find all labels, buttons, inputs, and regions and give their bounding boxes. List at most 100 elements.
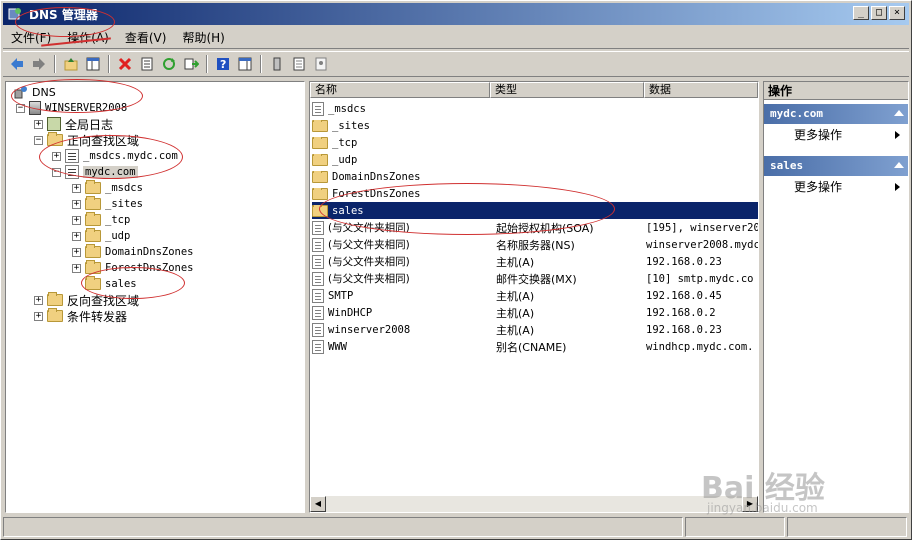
list-row[interactable]: DomainDnsZones: [312, 168, 758, 185]
tree-label-subfolder: _udp: [105, 230, 131, 242]
expand-icon[interactable]: +: [72, 183, 81, 193]
minimize-button[interactable]: _: [853, 6, 869, 20]
record-icon[interactable]: [311, 54, 331, 74]
tree-node-sales[interactable]: sales: [85, 276, 137, 292]
tree-node-mydc-zone[interactable]: − mydc.com: [52, 164, 138, 180]
tree-node-msdcs[interactable]: + _msdcs: [72, 180, 143, 196]
list-row[interactable]: winserver2008 主机(A) 192.168.0.23: [312, 321, 758, 338]
list-row[interactable]: _sites: [312, 117, 758, 134]
actions-section-sales[interactable]: sales: [764, 156, 908, 176]
list-row[interactable]: WWW 别名(CNAME) windhcp.mydc.com.: [312, 338, 758, 355]
collapse-arrow-icon[interactable]: [894, 110, 904, 116]
more-actions-sales[interactable]: 更多操作: [764, 176, 908, 198]
close-button[interactable]: ×: [889, 6, 905, 20]
folder-icon: [85, 180, 101, 194]
expand-icon[interactable]: +: [72, 231, 81, 241]
up-folder-icon[interactable]: [61, 54, 81, 74]
list-row[interactable]: (与父文件夹相同) 主机(A) 192.168.0.23: [312, 253, 758, 270]
expand-icon[interactable]: +: [72, 199, 81, 209]
dns-manager-window: DNS 管理器 _ □ × 文件(F) 操作(A) 查看(V) 帮助(H) ?: [0, 0, 912, 540]
server-icon[interactable]: [267, 54, 287, 74]
folder-icon: [312, 204, 328, 217]
more-actions-mydc[interactable]: 更多操作: [764, 124, 908, 146]
refresh-icon[interactable]: [159, 54, 179, 74]
cell-name: sales: [312, 204, 496, 217]
collapse-icon[interactable]: −: [16, 103, 25, 113]
title-bar[interactable]: DNS 管理器 _ □ ×: [3, 3, 909, 25]
forward-icon[interactable]: [29, 54, 49, 74]
tree-node-forestdnszones[interactable]: + ForestDnsZones: [72, 260, 194, 276]
collapse-icon[interactable]: −: [52, 167, 61, 177]
tree-node-forward-zones[interactable]: − 正向查找区域: [34, 132, 139, 148]
delete-icon[interactable]: [115, 54, 135, 74]
list-row[interactable]: sales: [312, 202, 758, 219]
expand-icon[interactable]: +: [52, 151, 61, 161]
tree-node-udp[interactable]: + _udp: [72, 228, 130, 244]
svg-text:?: ?: [220, 58, 226, 71]
collapse-icon[interactable]: −: [34, 135, 43, 145]
scroll-left-icon[interactable]: ◀: [310, 496, 326, 512]
record-icon: [312, 305, 324, 320]
list-row[interactable]: _udp: [312, 151, 758, 168]
folder-icon: [312, 119, 328, 132]
cell-type: 名称服务器(NS): [496, 238, 575, 252]
tree-label-subfolder: _sites: [105, 198, 143, 210]
collapse-arrow-icon[interactable]: [894, 162, 904, 168]
toolbar-separator: [260, 55, 262, 73]
expand-icon[interactable]: +: [72, 263, 81, 273]
expand-icon[interactable]: +: [34, 311, 43, 321]
expand-icon[interactable]: +: [34, 295, 43, 305]
help-icon[interactable]: ?: [213, 54, 233, 74]
menu-view[interactable]: 查看(V): [117, 27, 175, 48]
expand-icon[interactable]: +: [34, 119, 43, 129]
tree-label-reverse-zones: 反向查找区域: [67, 293, 140, 308]
row-name: winserver2008: [328, 323, 411, 336]
list-row[interactable]: SMTP 主机(A) 192.168.0.45: [312, 287, 758, 304]
list-row[interactable]: (与父文件夹相同) 起始授权机构(SOA) [195], winserver200: [312, 219, 758, 236]
list-row[interactable]: WinDHCP 主机(A) 192.168.0.2: [312, 304, 758, 321]
window-title: DNS 管理器: [29, 7, 98, 22]
cell-data: 192.168.0.2: [646, 306, 716, 319]
list-row[interactable]: (与父文件夹相同) 名称服务器(NS) winserver2008.mydc.: [312, 236, 758, 253]
horizontal-scrollbar[interactable]: ◀ ▶: [310, 496, 758, 512]
server-node-icon: [29, 101, 41, 115]
submenu-arrow-icon: [895, 183, 900, 191]
column-header-name[interactable]: 名称: [310, 82, 490, 98]
back-icon[interactable]: [7, 54, 27, 74]
menu-action[interactable]: 操作(A): [59, 27, 117, 48]
cell-data: 192.168.0.23: [646, 255, 722, 268]
column-header-type[interactable]: 类型: [490, 82, 644, 98]
menu-help[interactable]: 帮助(H): [174, 27, 232, 48]
actions-section-mydc[interactable]: mydc.com: [764, 104, 908, 124]
show-hide-tree-icon[interactable]: [83, 54, 103, 74]
show-hide-action-pane-icon[interactable]: [235, 54, 255, 74]
scroll-track[interactable]: [326, 496, 742, 512]
tree-node-conditional-forwarders[interactable]: + 条件转发器: [34, 308, 127, 324]
maximize-button[interactable]: □: [871, 6, 887, 20]
tree-node-server[interactable]: − WINSERVER2008: [16, 100, 127, 116]
expand-icon[interactable]: +: [72, 215, 81, 225]
list-row[interactable]: _tcp: [312, 134, 758, 151]
row-name: _udp: [332, 153, 358, 166]
export-list-icon[interactable]: [181, 54, 201, 74]
column-header-data[interactable]: 数据: [644, 82, 758, 98]
tree-node-domaindnszones[interactable]: + DomainDnsZones: [72, 244, 194, 260]
list-row[interactable]: ForestDnsZones: [312, 185, 758, 202]
tree-node-sites[interactable]: + _sites: [72, 196, 143, 212]
properties-icon[interactable]: [137, 54, 157, 74]
zone-icon: [312, 101, 324, 116]
tree-node-msdcs-zone[interactable]: + _msdcs.mydc.com: [52, 148, 178, 164]
folder-icon: [85, 196, 101, 210]
tree-node-reverse-zones[interactable]: + 反向查找区域: [34, 292, 139, 308]
tree-node-global-log[interactable]: + 全局日志: [34, 116, 113, 132]
list-icon[interactable]: [289, 54, 309, 74]
list-row[interactable]: _msdcs: [312, 100, 758, 117]
list-row[interactable]: (与父文件夹相同) 邮件交换器(MX) [10] smtp.mydc.co: [312, 270, 758, 287]
baidu-watermark-url: jingyan.baidu.com: [707, 501, 818, 515]
tree-node-tcp[interactable]: + _tcp: [72, 212, 130, 228]
tree-label-forward-zones: 正向查找区域: [67, 133, 140, 148]
menu-file[interactable]: 文件(F): [3, 27, 59, 48]
expand-icon[interactable]: +: [72, 247, 81, 257]
record-icon: [312, 220, 324, 235]
tree-node-dns[interactable]: DNS: [14, 84, 56, 100]
